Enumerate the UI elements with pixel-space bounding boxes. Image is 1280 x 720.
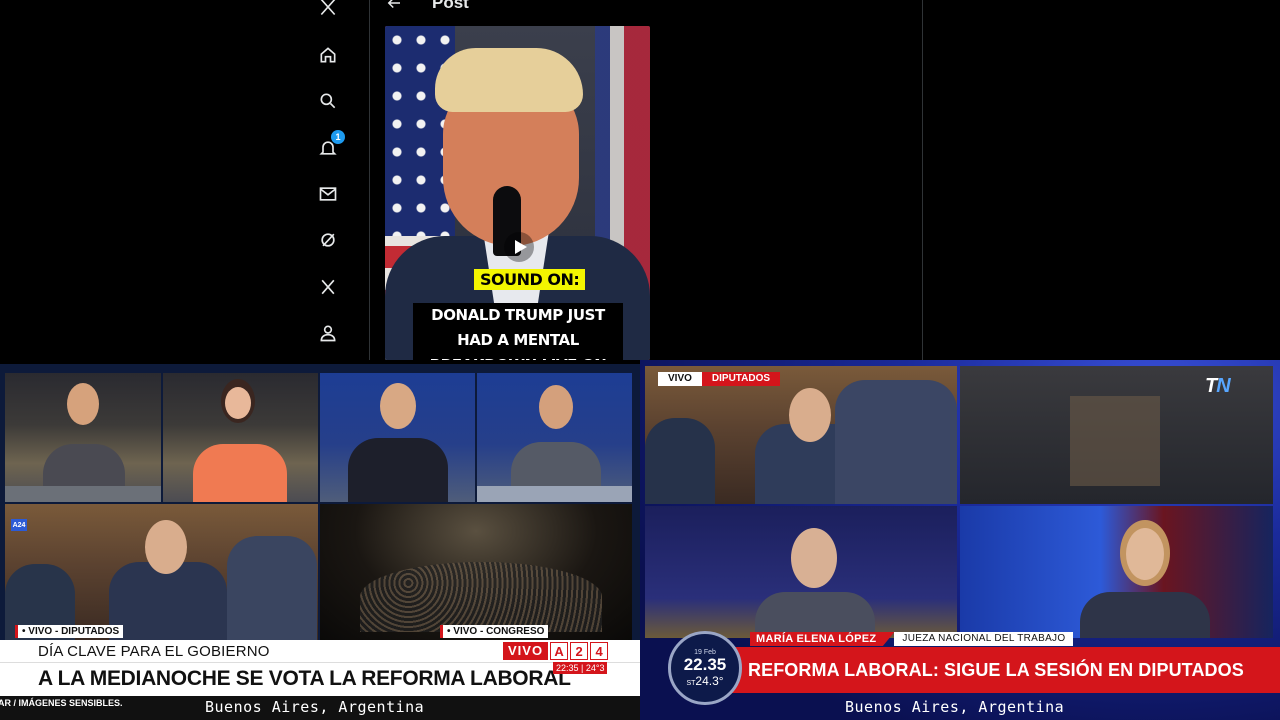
play-icon[interactable] <box>503 231 535 263</box>
guest-head <box>1126 528 1164 580</box>
street-tile: • VIVO - CONGRESO <box>320 504 632 640</box>
vivo-label: VIVO <box>658 372 702 386</box>
clock-time: 22.35 <box>683 654 727 674</box>
section-label: DIPUTADOS <box>701 372 781 386</box>
deputy-body <box>645 418 715 504</box>
logo-letter: 2 <box>570 642 589 660</box>
tn-location-caption: Buenos Aires, Argentina <box>845 698 1065 716</box>
tn-broadcast: VIVO DIPUTADOS TN MARÍA ELENA LÓPEZ JUEZ… <box>640 360 1280 720</box>
a24-channel-logo: A24 <box>11 519 27 531</box>
column-divider <box>922 0 923 360</box>
guest-name: MARÍA ELENA LÓPEZ <box>750 632 895 646</box>
speaker-hair <box>435 48 583 112</box>
notifications-icon[interactable]: 1 <box>317 130 345 159</box>
temp-value: 24.3° <box>695 673 724 688</box>
video-caption-text: DONALD TRUMP JUST HAD A MENTAL BREAKDOWN… <box>413 303 623 360</box>
a24-location-caption: Buenos Aires, Argentina <box>205 698 425 716</box>
a24-headline-bar: A LA MEDIANOCHE SE VOTA LA REFORMA LABOR… <box>0 662 640 696</box>
deputy-body <box>227 536 317 640</box>
tn-clock: 19 Feb 22.35 ST24.3° <box>668 631 742 705</box>
host-tile <box>320 373 475 502</box>
chamber-tile: A24 • VIVO - DIPUTADOS <box>5 504 318 640</box>
video-caption-label: SOUND ON: <box>474 269 586 290</box>
analyst-head <box>791 528 837 588</box>
logo-letter: N <box>1216 375 1230 397</box>
vivo-label: VIVO <box>503 642 549 660</box>
chamber-floor <box>1070 396 1160 486</box>
a24-kicker: DÍA CLAVE PARA EL GOBIERNO <box>38 643 270 660</box>
tn-live-badge: VIVO DIPUTADOS <box>658 372 781 386</box>
a24-broadcast: A24 • VIVO - DIPUTADOS • VIVO - CONGRESO… <box>0 364 640 720</box>
chamber-tile <box>645 366 957 504</box>
panelist-body <box>193 444 287 502</box>
desk <box>477 486 632 502</box>
panelist-head <box>539 385 573 429</box>
ticker-text: AR / IMÁGENES SENSIBLES. <box>0 698 123 708</box>
clock-temp: ST24.3° <box>686 674 723 688</box>
desk <box>5 486 161 502</box>
search-icon[interactable] <box>317 90 339 112</box>
crowd <box>360 562 602 632</box>
logo-letter: 4 <box>590 642 609 660</box>
guest-tile <box>960 506 1273 638</box>
a24-video-grid: A24 • VIVO - DIPUTADOS • VIVO - CONGRESO <box>5 373 632 640</box>
tn-channel-logo: TN <box>1205 375 1231 398</box>
premium-x-icon[interactable] <box>317 276 339 298</box>
x-logo-icon[interactable] <box>317 0 339 18</box>
analyst-tile <box>645 506 957 638</box>
a24-kicker-bar: DÍA CLAVE PARA EL GOBIERNO VIVO A 2 4 <box>0 640 640 662</box>
a24-live-badge: VIVO A 2 4 <box>503 642 609 660</box>
speaker-head <box>145 520 187 574</box>
grok-icon[interactable] <box>317 229 339 251</box>
a24-vivo-chip: • VIVO - DIPUTADOS <box>15 625 124 638</box>
speaker-head <box>789 388 831 442</box>
deputy-body <box>835 380 957 504</box>
host-head <box>380 383 416 429</box>
guest-role: JUEZA NACIONAL DEL TRABAJO <box>894 632 1074 646</box>
column-divider <box>369 0 370 360</box>
post-title: Post <box>432 0 469 12</box>
logo-letter: A <box>550 642 569 660</box>
panelist-tile <box>5 373 161 502</box>
tn-headline-bar: REFORMA LABORAL: SIGUE LA SESIÓN EN DIPU… <box>714 647 1280 693</box>
panelist-tile <box>163 373 318 502</box>
tn-name-bar: MARÍA ELENA LÓPEZ JUEZA NACIONAL DEL TRA… <box>750 632 1074 646</box>
logo-letter: T <box>1205 375 1217 397</box>
panelist-head <box>67 383 99 425</box>
post-video[interactable]: SOUND ON: DONALD TRUMP JUST HAD A MENTAL… <box>385 26 650 360</box>
a24-vivo-chip: • VIVO - CONGRESO <box>440 625 549 638</box>
home-icon[interactable] <box>317 44 339 66</box>
guest-body <box>1080 592 1210 638</box>
messages-icon[interactable] <box>317 183 339 205</box>
panelist-tile <box>477 373 632 502</box>
back-arrow-icon[interactable] <box>384 0 404 13</box>
post-header: Post <box>384 0 469 14</box>
tn-headline: REFORMA LABORAL: SIGUE LA SESIÓN EN DIPU… <box>748 660 1244 680</box>
host-body <box>348 438 448 502</box>
panelist-head <box>225 387 251 419</box>
x-nav-rail: 1 <box>300 0 356 360</box>
a24-time-temp: 22:35 | 24°3 <box>553 662 608 674</box>
notification-badge: 1 <box>331 130 345 144</box>
a24-headline: A LA MEDIANOCHE SE VOTA LA REFORMA LABOR… <box>38 667 571 690</box>
profile-icon[interactable] <box>317 322 339 344</box>
